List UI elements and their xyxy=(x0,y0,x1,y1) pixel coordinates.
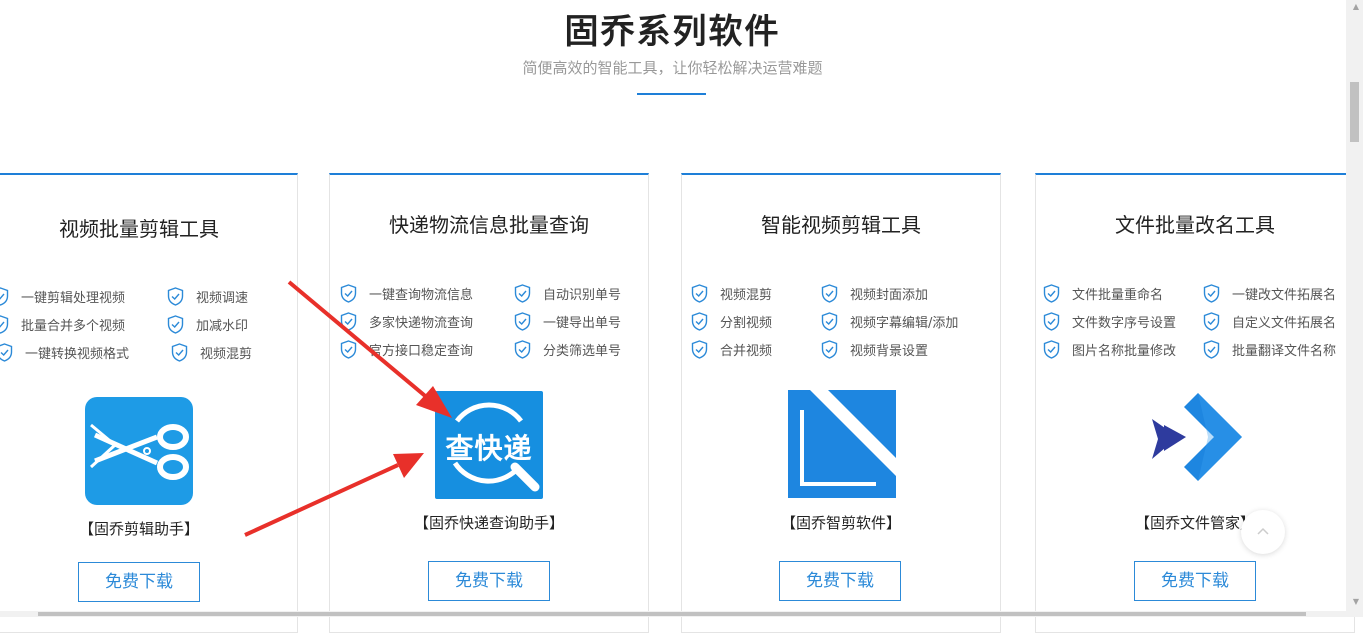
shield-check-icon xyxy=(691,284,708,303)
shield-check-icon xyxy=(1043,284,1060,303)
feature-item: 批量翻译文件名称 xyxy=(1203,340,1336,359)
shield-check-icon xyxy=(0,287,9,306)
shield-check-icon xyxy=(514,340,531,359)
feature-item: 文件批量重命名 xyxy=(1043,284,1163,303)
feature-item: 一键查询物流信息 xyxy=(340,284,473,303)
download-button[interactable]: 免费下载 xyxy=(78,562,200,602)
chevron-logo-icon xyxy=(1152,393,1242,481)
feature-item: 分割视频 xyxy=(691,312,772,331)
feature-item: 合并视频 xyxy=(691,340,772,359)
feature-item: 文件数字序号设置 xyxy=(1043,312,1176,331)
product-card-smart-video-editor: 智能视频剪辑工具 视频混剪 视频封面添加 分割视频 视频字幕编辑/添加 合并视频… xyxy=(681,173,1001,633)
product-name: 【固乔剪辑助手】 xyxy=(78,520,199,538)
feature-item: 自定义文件拓展名 xyxy=(1203,312,1336,331)
product-name: 【固乔智剪软件】 xyxy=(780,514,901,532)
page-subtitle: 简便高效的智能工具，让你轻松解决运营难题 xyxy=(522,59,823,77)
shield-check-icon xyxy=(821,312,838,331)
feature-item: 批量合并多个视频 xyxy=(0,315,125,334)
chevron-up-icon xyxy=(1257,527,1269,535)
shield-check-icon xyxy=(0,315,9,334)
shield-check-icon xyxy=(167,315,184,334)
shield-check-icon xyxy=(171,343,188,362)
download-button[interactable]: 免费下载 xyxy=(428,561,550,601)
feature-item: 视频字幕编辑/添加 xyxy=(821,312,958,331)
back-to-top-button[interactable] xyxy=(1241,510,1285,554)
feature-item: 官方接口稳定查询 xyxy=(340,340,473,359)
shield-check-icon xyxy=(821,284,838,303)
feature-item: 多家快递物流查询 xyxy=(340,312,473,331)
card-title: 快递物流信息批量查询 xyxy=(389,213,589,237)
shield-check-icon xyxy=(1203,312,1220,331)
shield-check-icon xyxy=(1043,340,1060,359)
product-name: 【固乔文件管家】 xyxy=(1134,514,1255,532)
feature-item: 视频混剪 xyxy=(691,284,772,303)
shield-check-icon xyxy=(340,284,357,303)
card-title: 视频批量剪辑工具 xyxy=(59,217,219,241)
horizontal-scroll-thumb[interactable] xyxy=(38,612,1306,616)
crop-frame-icon xyxy=(788,390,896,498)
product-card-express-tracking: 快递物流信息批量查询 一键查询物流信息 自动识别单号 多家快递物流查询 一键导出… xyxy=(329,173,649,633)
feature-item: 视频混剪 xyxy=(171,343,252,362)
feature-item: 分类筛选单号 xyxy=(514,340,621,359)
vertical-scroll-thumb[interactable] xyxy=(1350,82,1359,142)
product-card-video-batch-editor: 视频批量剪辑工具 一键剪辑处理视频 视频调速 批量合并多个视频 加减水印 一键转… xyxy=(0,173,298,633)
product-card-file-batch-rename: 文件批量改名工具 文件批量重命名 一键改文件拓展名 文件数字序号设置 自定义文件… xyxy=(1035,173,1355,633)
scroll-up-arrow-icon[interactable]: ▲ xyxy=(1353,2,1359,11)
shield-check-icon xyxy=(1043,312,1060,331)
feature-item: 加减水印 xyxy=(167,315,248,334)
card-title: 智能视频剪辑工具 xyxy=(761,213,921,237)
title-underline xyxy=(637,93,706,95)
feature-item: 一键剪辑处理视频 xyxy=(0,287,125,306)
download-button[interactable]: 免费下载 xyxy=(779,561,901,601)
feature-item: 自动识别单号 xyxy=(514,284,621,303)
shield-check-icon xyxy=(340,340,357,359)
scissors-icon xyxy=(85,397,193,505)
scroll-down-arrow-icon[interactable]: ▼ xyxy=(1353,597,1359,606)
shield-check-icon xyxy=(514,312,531,331)
feature-item: 视频调速 xyxy=(167,287,248,306)
feature-item: 视频封面添加 xyxy=(821,284,928,303)
page-title: 固乔系列软件 xyxy=(564,12,781,52)
shield-check-icon xyxy=(167,287,184,306)
shield-check-icon xyxy=(821,340,838,359)
feature-item: 一键转换视频格式 xyxy=(0,343,129,362)
shield-check-icon xyxy=(1203,284,1220,303)
download-button[interactable]: 免费下载 xyxy=(1134,561,1256,601)
shield-check-icon xyxy=(691,312,708,331)
express-query-logo: 查快递 xyxy=(435,391,543,499)
shield-check-icon xyxy=(691,340,708,359)
shield-check-icon xyxy=(514,284,531,303)
feature-item: 一键改文件拓展名 xyxy=(1203,284,1336,303)
logo-text: 查快递 xyxy=(445,432,533,465)
feature-item: 图片名称批量修改 xyxy=(1043,340,1176,359)
shield-check-icon xyxy=(0,343,13,362)
card-title: 文件批量改名工具 xyxy=(1115,213,1275,237)
feature-item: 一键导出单号 xyxy=(514,312,621,331)
shield-check-icon xyxy=(1203,340,1220,359)
feature-item: 视频背景设置 xyxy=(821,340,928,359)
shield-check-icon xyxy=(340,312,357,331)
product-name: 【固乔快递查询助手】 xyxy=(413,514,564,532)
